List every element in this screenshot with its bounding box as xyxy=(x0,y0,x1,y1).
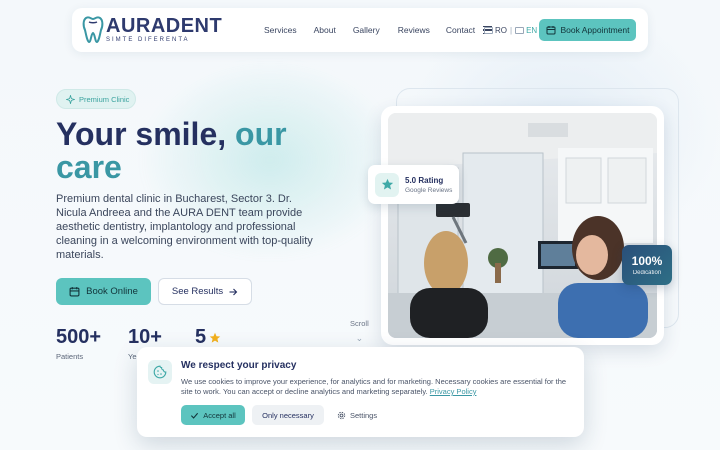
language-switcher: RO | EN xyxy=(484,8,537,52)
brand-name: AURADENT xyxy=(106,15,223,37)
book-online-label: Book Online xyxy=(86,286,138,297)
scroll-indicator[interactable]: Scroll ⌄ xyxy=(350,319,369,344)
see-results-label: See Results xyxy=(171,286,224,297)
tooth-logo-icon xyxy=(82,16,104,44)
cookie-icon-wrap xyxy=(148,360,172,384)
lang-separator: | xyxy=(510,25,513,35)
dedication-value: 100% xyxy=(631,254,663,268)
brand-tagline: SIMTE DIFERENTA xyxy=(106,37,190,43)
accept-all-label: Accept all xyxy=(203,410,236,420)
cookie-settings-button[interactable]: Settings xyxy=(337,405,377,425)
brand-logo[interactable]: AURADENT SIMTE DIFERENTA xyxy=(82,14,222,44)
rating-title: 5.0 Rating xyxy=(405,175,444,185)
only-necessary-label: Only necessary xyxy=(262,410,314,420)
calendar-icon xyxy=(546,26,555,35)
top-navigation: AURADENT SIMTE DIFERENTA Services About … xyxy=(72,8,648,52)
stat-value: 5 xyxy=(195,326,207,348)
stat-value: 10+ xyxy=(128,326,162,348)
stat-rating: 5 xyxy=(195,326,221,349)
stat-patients: 500+ Patients xyxy=(56,326,101,361)
headline-part1: Your smile, xyxy=(56,116,227,152)
stat-value-wrap: 5 xyxy=(195,326,221,349)
cookie-consent-banner: We respect your privacy We use cookies t… xyxy=(137,347,584,437)
nav-link-gallery[interactable]: Gallery xyxy=(353,25,380,35)
headline-accent: our xyxy=(235,116,287,152)
clinic-photo-illustration xyxy=(388,113,657,338)
accept-all-button[interactable]: Accept all xyxy=(181,405,245,425)
calendar-icon xyxy=(69,287,80,297)
cookie-text: We use cookies to improve your experienc… xyxy=(181,377,573,397)
hero-headline: Your smile, our care xyxy=(56,118,356,184)
lang-en[interactable]: EN xyxy=(526,26,537,35)
nav-link-about[interactable]: About xyxy=(314,25,336,35)
clinic-photo xyxy=(388,113,657,338)
star-icon xyxy=(209,332,221,343)
premium-clinic-badge: Premium Clinic xyxy=(56,89,136,109)
romania-flag-icon xyxy=(484,26,493,34)
rating-star-badge xyxy=(375,172,399,197)
book-online-button[interactable]: Book Online xyxy=(56,278,151,305)
scroll-label: Scroll xyxy=(350,319,369,328)
uk-flag-icon xyxy=(515,26,525,34)
dedication-card: 100% Dedication xyxy=(622,245,672,285)
nav-link-contact[interactable]: Contact xyxy=(446,25,475,35)
nav-link-services[interactable]: Services xyxy=(264,25,297,35)
main-menu: Services About Gallery Reviews Contact xyxy=(264,8,493,52)
sparkle-icon xyxy=(66,94,75,104)
cookie-body: We use cookies to improve your experienc… xyxy=(181,377,567,396)
star-icon xyxy=(381,178,393,190)
check-icon xyxy=(191,412,199,419)
chevron-down-icon: ⌄ xyxy=(355,333,364,343)
hero-description: Premium dental clinic in Bucharest, Sect… xyxy=(56,193,313,261)
nav-link-reviews[interactable]: Reviews xyxy=(398,25,430,35)
stat-value: 500+ xyxy=(56,326,102,348)
rating-subtitle: Google Reviews xyxy=(405,186,453,194)
settings-label: Settings xyxy=(350,410,378,420)
only-necessary-button[interactable]: Only necessary xyxy=(252,405,324,425)
rating-card: 5.0 Rating Google Reviews xyxy=(368,165,459,204)
cookie-icon xyxy=(153,365,167,379)
stat-label: Patients xyxy=(56,352,84,361)
clinic-photo-card xyxy=(381,106,664,345)
premium-clinic-label: Premium Clinic xyxy=(79,94,130,104)
cookie-title: We respect your privacy xyxy=(181,360,297,371)
lang-ro[interactable]: RO xyxy=(495,26,507,35)
arrow-right-icon xyxy=(229,288,238,295)
headline-part2: care xyxy=(56,149,122,185)
book-appointment-label: Book Appointment xyxy=(560,25,630,35)
gear-icon xyxy=(337,411,346,419)
book-appointment-button[interactable]: Book Appointment xyxy=(539,19,636,41)
privacy-policy-link[interactable]: Privacy Policy xyxy=(430,387,477,396)
see-results-button[interactable]: See Results xyxy=(158,278,252,305)
dedication-label: Dedication xyxy=(632,270,662,276)
